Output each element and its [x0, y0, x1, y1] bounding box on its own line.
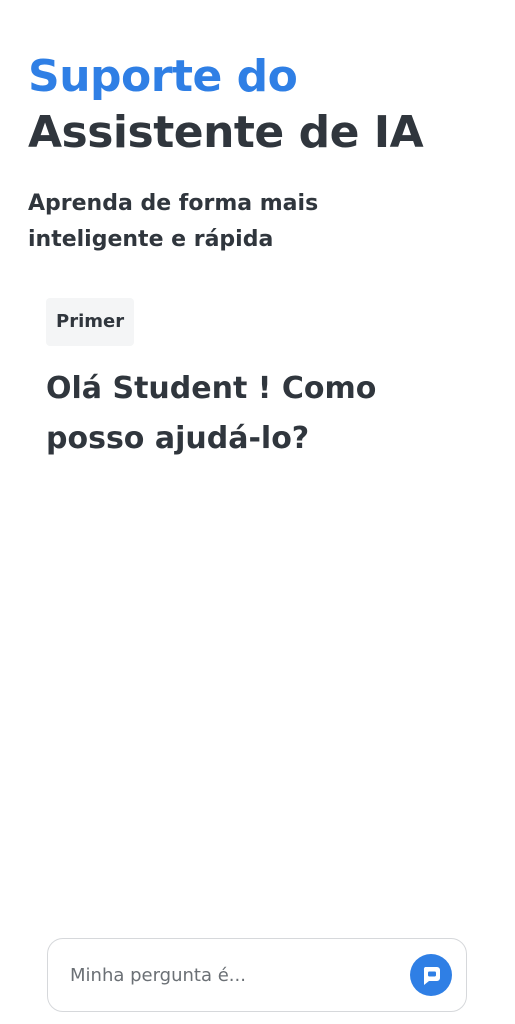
page-header: Suporte do Assistente de IA Aprenda de f… — [28, 50, 498, 258]
question-input[interactable] — [68, 963, 410, 987]
page-title-accent: Suporte do — [28, 51, 298, 102]
question-input-bar — [47, 938, 467, 1012]
chat-area: Primer Olá Student ! Como posso ajudá-lo… — [46, 298, 476, 464]
primer-chip: Primer — [46, 298, 135, 346]
send-button[interactable] — [410, 954, 452, 996]
chat-bubble-icon — [423, 967, 440, 985]
page-title: Assistente de IA — [28, 107, 424, 158]
assistant-greeting: Olá Student ! Como posso ajudá-lo? — [46, 371, 377, 456]
page-subtitle: Aprenda de forma mais inteligente e rápi… — [28, 191, 319, 252]
assistant-page: Suporte do Assistente de IA Aprenda de f… — [0, 0, 515, 1024]
